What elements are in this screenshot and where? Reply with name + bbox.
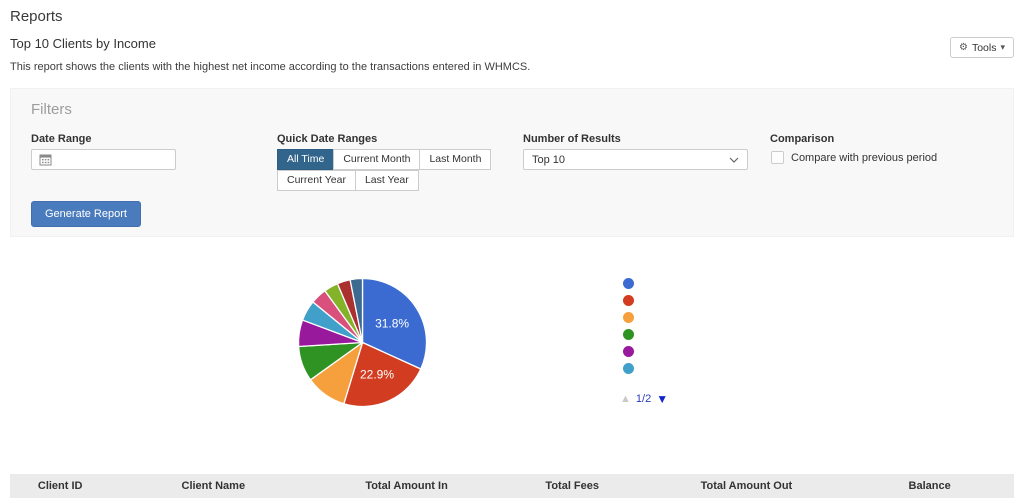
quick-range-last-year-button[interactable]: Last Year <box>355 170 419 191</box>
pie-slice-label: 22.9% <box>360 368 394 382</box>
filters-heading: Filters <box>31 101 72 118</box>
legend-dot-2 <box>623 295 634 306</box>
legend-dot-5 <box>623 346 634 357</box>
tools-button-label: Tools <box>972 42 997 54</box>
filters-panel: Filters Date Range Quick Date Ranges All… <box>10 88 1014 237</box>
quick-range-current-month-button[interactable]: Current Month <box>333 149 420 170</box>
quick-date-ranges-row-2: Current Year Last Year <box>277 170 418 191</box>
report-description: This report shows the clients with the h… <box>10 61 530 73</box>
column-header-total-amount-out: Total Amount Out <box>648 480 846 492</box>
column-header-total-amount-in: Total Amount In <box>316 480 497 492</box>
comparison-checkbox-row: Compare with previous period <box>771 151 937 164</box>
legend-dot-4 <box>623 329 634 340</box>
legend-dot-1 <box>623 278 634 289</box>
comparison-label: Comparison <box>770 133 834 145</box>
page-title: Reports <box>10 8 63 25</box>
date-range-label: Date Range <box>31 133 92 145</box>
quick-date-ranges-row-1: All Time Current Month Last Month <box>277 149 490 170</box>
report-title: Top 10 Clients by Income <box>10 36 156 51</box>
number-of-results-label: Number of Results <box>523 133 621 145</box>
column-header-total-fees: Total Fees <box>497 480 648 492</box>
chevron-down-icon <box>729 157 739 163</box>
column-header-balance: Balance <box>845 480 1014 492</box>
column-header-client-name: Client Name <box>110 480 316 492</box>
reports-page: Reports ⚙ Tools ▾ Top 10 Clients by Inco… <box>0 0 1024 498</box>
legend-prev-page-icon[interactable]: ▲ <box>620 393 631 405</box>
income-pie-chart[interactable]: 31.8% 22.9% <box>296 276 429 409</box>
quick-range-current-year-button[interactable]: Current Year <box>277 170 356 191</box>
quick-date-ranges-label: Quick Date Ranges <box>277 133 377 145</box>
tools-button[interactable]: ⚙ Tools ▾ <box>950 37 1014 58</box>
legend-dot-6 <box>623 363 634 374</box>
comparison-checkbox[interactable] <box>771 151 784 164</box>
column-header-client-id: Client ID <box>10 480 110 492</box>
comparison-checkbox-label: Compare with previous period <box>791 152 937 164</box>
results-table-header: Client ID Client Name Total Amount In To… <box>10 474 1014 498</box>
quick-range-last-month-button[interactable]: Last Month <box>419 149 491 170</box>
legend-page-indicator: 1/2 <box>636 393 651 405</box>
date-range-input[interactable] <box>31 149 176 170</box>
pie-slice-label: 31.8% <box>375 317 409 331</box>
legend-next-page-icon[interactable]: ▼ <box>656 392 668 406</box>
number-of-results-select[interactable]: Top 10 <box>523 149 748 170</box>
caret-down-icon: ▾ <box>1000 42 1005 53</box>
generate-report-button[interactable]: Generate Report <box>31 201 141 227</box>
legend-pagination: ▲ 1/2 ▼ <box>620 392 668 406</box>
calendar-icon <box>39 153 52 166</box>
number-of-results-value: Top 10 <box>532 154 565 166</box>
chart-legend <box>623 278 634 380</box>
cogs-icon: ⚙ <box>959 42 968 53</box>
legend-dot-3 <box>623 312 634 323</box>
quick-range-all-time-button[interactable]: All Time <box>277 149 334 170</box>
